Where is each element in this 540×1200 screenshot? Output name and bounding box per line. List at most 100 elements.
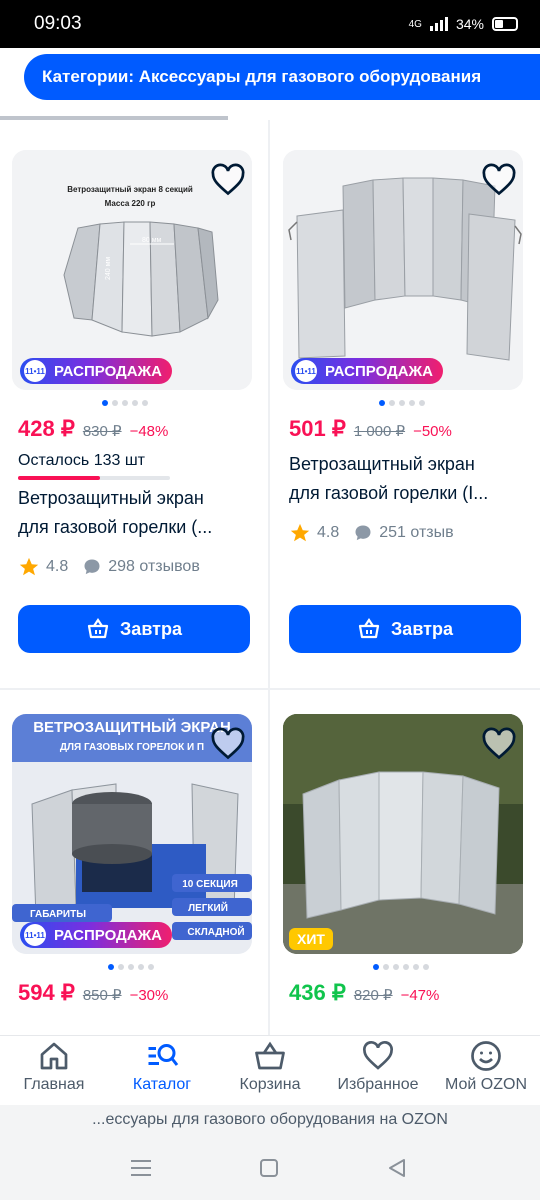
image-caption-2: Масса 220 гр bbox=[105, 199, 156, 208]
sale-badge-label: РАСПРОДАЖА bbox=[325, 362, 433, 380]
page-title-bar: ...ессуары для газового оборудования на … bbox=[0, 1105, 540, 1135]
image-pager-dots bbox=[379, 400, 425, 406]
rating-value: 4.8 bbox=[46, 558, 69, 575]
category-bar: Категории: Аксессуары для газового обору… bbox=[0, 48, 540, 120]
old-price: 1 000 ₽ bbox=[353, 423, 406, 440]
image-title: ВЕТРОЗАЩИТНЫЙ ЭКРАН bbox=[33, 718, 231, 736]
menu-icon[interactable] bbox=[128, 1157, 154, 1179]
price-row: 594 ₽ 850 ₽ −30% bbox=[18, 980, 168, 1006]
catalog-search-icon bbox=[148, 1044, 179, 1066]
nav-favorites-label: Избранное bbox=[337, 1076, 419, 1093]
sale-badge: 11•11 РАСПРОДАЖА bbox=[20, 922, 172, 948]
product-card[interactable]: ВЕТРОЗАЩИТНЫЙ ЭКРАН ДЛЯ ГАЗОВЫХ ГОРЕЛОК … bbox=[12, 714, 252, 1035]
sale-badge-label: РАСПРОДАЖА bbox=[54, 926, 162, 944]
image-tag-4: ГАБАРИТЫ bbox=[30, 909, 86, 920]
category-chip[interactable]: Категории: Аксессуары для газового обору… bbox=[24, 54, 540, 100]
back-triangle-icon[interactable] bbox=[386, 1157, 408, 1179]
add-to-cart-label: Завтра bbox=[391, 618, 453, 639]
product-title-line: Ветрозащитный экран bbox=[289, 454, 475, 474]
favorite-heart-icon[interactable] bbox=[481, 162, 517, 198]
nav-favorites[interactable]: Избранное bbox=[324, 1036, 432, 1106]
discount: −47% bbox=[400, 987, 440, 1004]
price: 501 ₽ bbox=[289, 416, 346, 441]
nav-catalog-label: Каталог bbox=[132, 1076, 192, 1093]
rating-row: 4.8 298 отзывов bbox=[18, 556, 200, 578]
nav-home[interactable]: Главная bbox=[0, 1036, 108, 1106]
status-time: 09:03 bbox=[34, 13, 82, 34]
add-to-cart-label: Завтра bbox=[120, 618, 182, 639]
reviews-count: 298 отзывов bbox=[108, 558, 200, 575]
review-bubble-icon bbox=[84, 559, 100, 575]
network-label: 4G bbox=[408, 18, 422, 30]
product-card[interactable]: 11•11 РАСПРОДАЖА 501 ₽ 1 000 ₽ −50% Ветр… bbox=[283, 150, 523, 660]
battery-percent: 34% bbox=[455, 16, 484, 32]
battery-icon bbox=[492, 17, 518, 31]
status-bar: 09:03 4G 34% bbox=[0, 0, 540, 48]
sale-badge: 11•11 РАСПРОДАЖА bbox=[20, 358, 172, 384]
product-title-line: для газовой горелки (I... bbox=[289, 483, 489, 503]
image-pager-dots bbox=[108, 964, 154, 970]
heart-icon bbox=[363, 1041, 393, 1070]
sale-badge: 11•11 РАСПРОДАЖА bbox=[291, 358, 443, 384]
old-price: 830 ₽ bbox=[82, 423, 122, 440]
bottom-navigation: Главная Каталог Корзина Избранное Мой OZ… bbox=[0, 1035, 540, 1105]
nav-home-label: Главная bbox=[23, 1076, 85, 1093]
stock-text: Осталось 133 шт bbox=[18, 452, 145, 469]
system-navigation bbox=[0, 1135, 540, 1200]
favorite-heart-icon[interactable] bbox=[210, 162, 246, 198]
home-square-icon[interactable] bbox=[258, 1157, 280, 1179]
image-dim-1: 80 мм bbox=[142, 237, 162, 244]
discount: −30% bbox=[129, 987, 169, 1004]
price: 436 ₽ bbox=[289, 980, 346, 1005]
reviews-count: 251 отзыв bbox=[379, 524, 454, 541]
image-tag-2: ЛЕГКИЙ bbox=[188, 901, 228, 914]
price-row: 428 ₽ 830 ₽ −48% bbox=[18, 416, 168, 442]
discount: −48% bbox=[129, 423, 169, 440]
old-price: 820 ₽ bbox=[353, 987, 393, 1004]
price-row: 501 ₽ 1 000 ₽ −50% bbox=[289, 416, 452, 442]
rating-row: 4.8 251 отзыв bbox=[289, 522, 454, 544]
price: 428 ₽ bbox=[18, 416, 75, 441]
product-card[interactable]: ХИТ 436 ₽ 820 ₽ −47% bbox=[283, 714, 523, 1035]
image-pager-dots bbox=[373, 964, 429, 970]
nav-cart[interactable]: Корзина bbox=[216, 1036, 324, 1106]
grid-divider-vertical bbox=[268, 120, 270, 1035]
stock-progress-fill bbox=[18, 476, 101, 480]
nav-catalog[interactable]: Каталог bbox=[108, 1036, 216, 1106]
grid-divider-horizontal bbox=[0, 688, 540, 690]
home-icon bbox=[40, 1042, 68, 1070]
product-title[interactable]: Ветрозащитный экран для газовой горелки … bbox=[289, 450, 521, 508]
signal-icon bbox=[429, 17, 448, 31]
add-to-cart-button[interactable]: Завтра bbox=[18, 605, 250, 653]
price: 594 ₽ bbox=[18, 980, 75, 1005]
status-icons: 4G 34% bbox=[409, 16, 518, 32]
rating-value: 4.8 bbox=[317, 524, 340, 541]
star-icon bbox=[290, 523, 310, 542]
image-dim-2: 240 мм bbox=[105, 257, 112, 280]
image-pager-dots bbox=[102, 400, 148, 406]
sale-logo-icon: 11•11 bbox=[24, 924, 46, 946]
product-title[interactable]: Ветрозащитный экран для газовой горелки … bbox=[18, 484, 250, 542]
image-tag-3: СКЛАДНОЙ bbox=[187, 925, 244, 938]
sale-logo-icon: 11•11 bbox=[295, 360, 317, 382]
discount: −50% bbox=[413, 423, 452, 440]
stock-progress bbox=[18, 476, 170, 480]
product-title-line: для газовой горелки (... bbox=[18, 517, 213, 537]
image-subtitle: ДЛЯ ГАЗОВЫХ ГОРЕЛОК И П bbox=[60, 742, 204, 753]
add-to-cart-button[interactable]: Завтра bbox=[289, 605, 521, 653]
price-row: 436 ₽ 820 ₽ −47% bbox=[289, 980, 439, 1006]
nav-profile[interactable]: Мой OZON bbox=[432, 1036, 540, 1106]
category-scroll-indicator bbox=[0, 116, 228, 120]
nav-cart-label: Корзина bbox=[239, 1076, 301, 1093]
star-icon bbox=[19, 557, 39, 576]
old-price: 850 ₽ bbox=[82, 987, 122, 1004]
product-card[interactable]: Ветрозащитный экран 8 секций Масса 220 г… bbox=[12, 150, 252, 660]
basket-icon bbox=[358, 618, 380, 639]
cart-basket-icon bbox=[255, 1041, 285, 1070]
favorite-heart-icon[interactable] bbox=[481, 726, 517, 762]
sale-badge-label: РАСПРОДАЖА bbox=[54, 362, 162, 380]
nav-profile-label: Мой OZON bbox=[444, 1076, 527, 1093]
product-title-line: Ветрозащитный экран bbox=[18, 488, 204, 508]
smiley-profile-icon bbox=[471, 1041, 501, 1071]
favorite-heart-icon[interactable] bbox=[210, 726, 246, 762]
